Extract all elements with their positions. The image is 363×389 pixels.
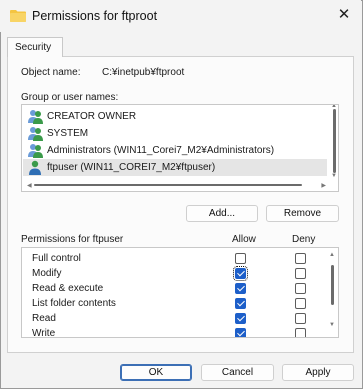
- list-item-creator-owner[interactable]: CREATOR OWNER: [23, 108, 327, 125]
- allow-checkbox[interactable]: [235, 283, 246, 294]
- group-list-label: Group or user names:: [21, 92, 119, 103]
- deny-column-header: Deny: [292, 234, 316, 245]
- object-name-value: C:¥inetpub¥ftproot: [102, 67, 185, 78]
- permissions-label: Permissions for ftpuser: [21, 234, 124, 245]
- user-name: CREATOR OWNER: [47, 111, 137, 122]
- deny-checkbox[interactable]: [295, 253, 306, 264]
- allow-column-header: Allow: [232, 234, 256, 245]
- permission-name: Read: [32, 313, 56, 324]
- add-button[interactable]: Add...: [186, 205, 258, 222]
- users-group-icon: [28, 127, 43, 141]
- cancel-button[interactable]: Cancel: [201, 364, 274, 381]
- deny-checkbox[interactable]: [295, 313, 306, 324]
- permission-name: List folder contents: [32, 298, 116, 309]
- allow-checkbox[interactable]: [235, 328, 246, 337]
- apply-button[interactable]: Apply: [282, 364, 354, 381]
- allow-checkbox[interactable]: [235, 313, 246, 324]
- group-user-list[interactable]: CREATOR OWNER SYSTEM Administrators (WIN…: [21, 104, 339, 192]
- deny-checkbox[interactable]: [295, 298, 306, 309]
- permission-row-read-execute: Read & execute: [22, 281, 322, 296]
- scroll-down-arrow-icon[interactable]: ▼: [329, 322, 335, 328]
- allow-checkbox[interactable]: [235, 298, 246, 309]
- permission-row-read: Read: [22, 311, 322, 326]
- ok-button[interactable]: OK: [120, 364, 192, 381]
- close-button[interactable]: ✕: [331, 3, 357, 27]
- allow-checkbox[interactable]: [233, 266, 248, 281]
- permission-row-list-folder-contents: List folder contents: [22, 296, 322, 311]
- allow-checkbox[interactable]: [235, 253, 246, 264]
- list-item-administrators[interactable]: Administrators (WIN11_Corei7_M2¥Administ…: [23, 142, 327, 159]
- permission-name: Full control: [32, 253, 81, 264]
- scroll-left-arrow-icon[interactable]: ◀: [27, 182, 32, 189]
- users-group-icon: [28, 110, 43, 124]
- user-name: ftpuser (WIN11_COREI7_M2¥ftpuser): [47, 162, 216, 173]
- list-item-ftpuser[interactable]: ftpuser (WIN11_COREI7_M2¥ftpuser): [23, 159, 327, 176]
- list-item-system[interactable]: SYSTEM: [23, 125, 327, 142]
- user-name: Administrators (WIN11_Corei7_M2¥Administ…: [47, 145, 275, 156]
- permission-name: Write: [32, 328, 56, 338]
- deny-checkbox[interactable]: [295, 268, 306, 279]
- title-bar[interactable]: Permissions for ftproot ✕: [0, 0, 361, 32]
- scroll-down-arrow-icon[interactable]: ▼: [331, 173, 337, 179]
- permission-name: Read & execute: [32, 283, 104, 294]
- user-name: SYSTEM: [47, 128, 89, 139]
- vertical-scrollbar[interactable]: [333, 109, 336, 173]
- window-title: Permissions for ftproot: [32, 9, 158, 23]
- tab-security[interactable]: Security: [7, 37, 63, 57]
- permission-name: Modify: [32, 268, 62, 279]
- scroll-right-arrow-icon[interactable]: ▶: [321, 182, 326, 189]
- permission-row-write: Write: [22, 326, 322, 338]
- permission-row-full-control: Full control: [22, 251, 322, 266]
- vertical-scrollbar[interactable]: [331, 265, 334, 305]
- permission-row-modify: Modify: [22, 266, 322, 281]
- remove-button[interactable]: Remove: [266, 205, 339, 222]
- single-user-icon: [29, 160, 41, 175]
- users-group-icon: [28, 144, 43, 158]
- scroll-up-arrow-icon[interactable]: ▲: [329, 252, 335, 258]
- folder-icon: [10, 10, 26, 22]
- horizontal-scrollbar[interactable]: [34, 184, 302, 186]
- object-name-label: Object name:: [21, 67, 81, 78]
- deny-checkbox[interactable]: [295, 328, 306, 337]
- permissions-list[interactable]: Full control Modify Read & execute List …: [21, 247, 339, 338]
- deny-checkbox[interactable]: [295, 283, 306, 294]
